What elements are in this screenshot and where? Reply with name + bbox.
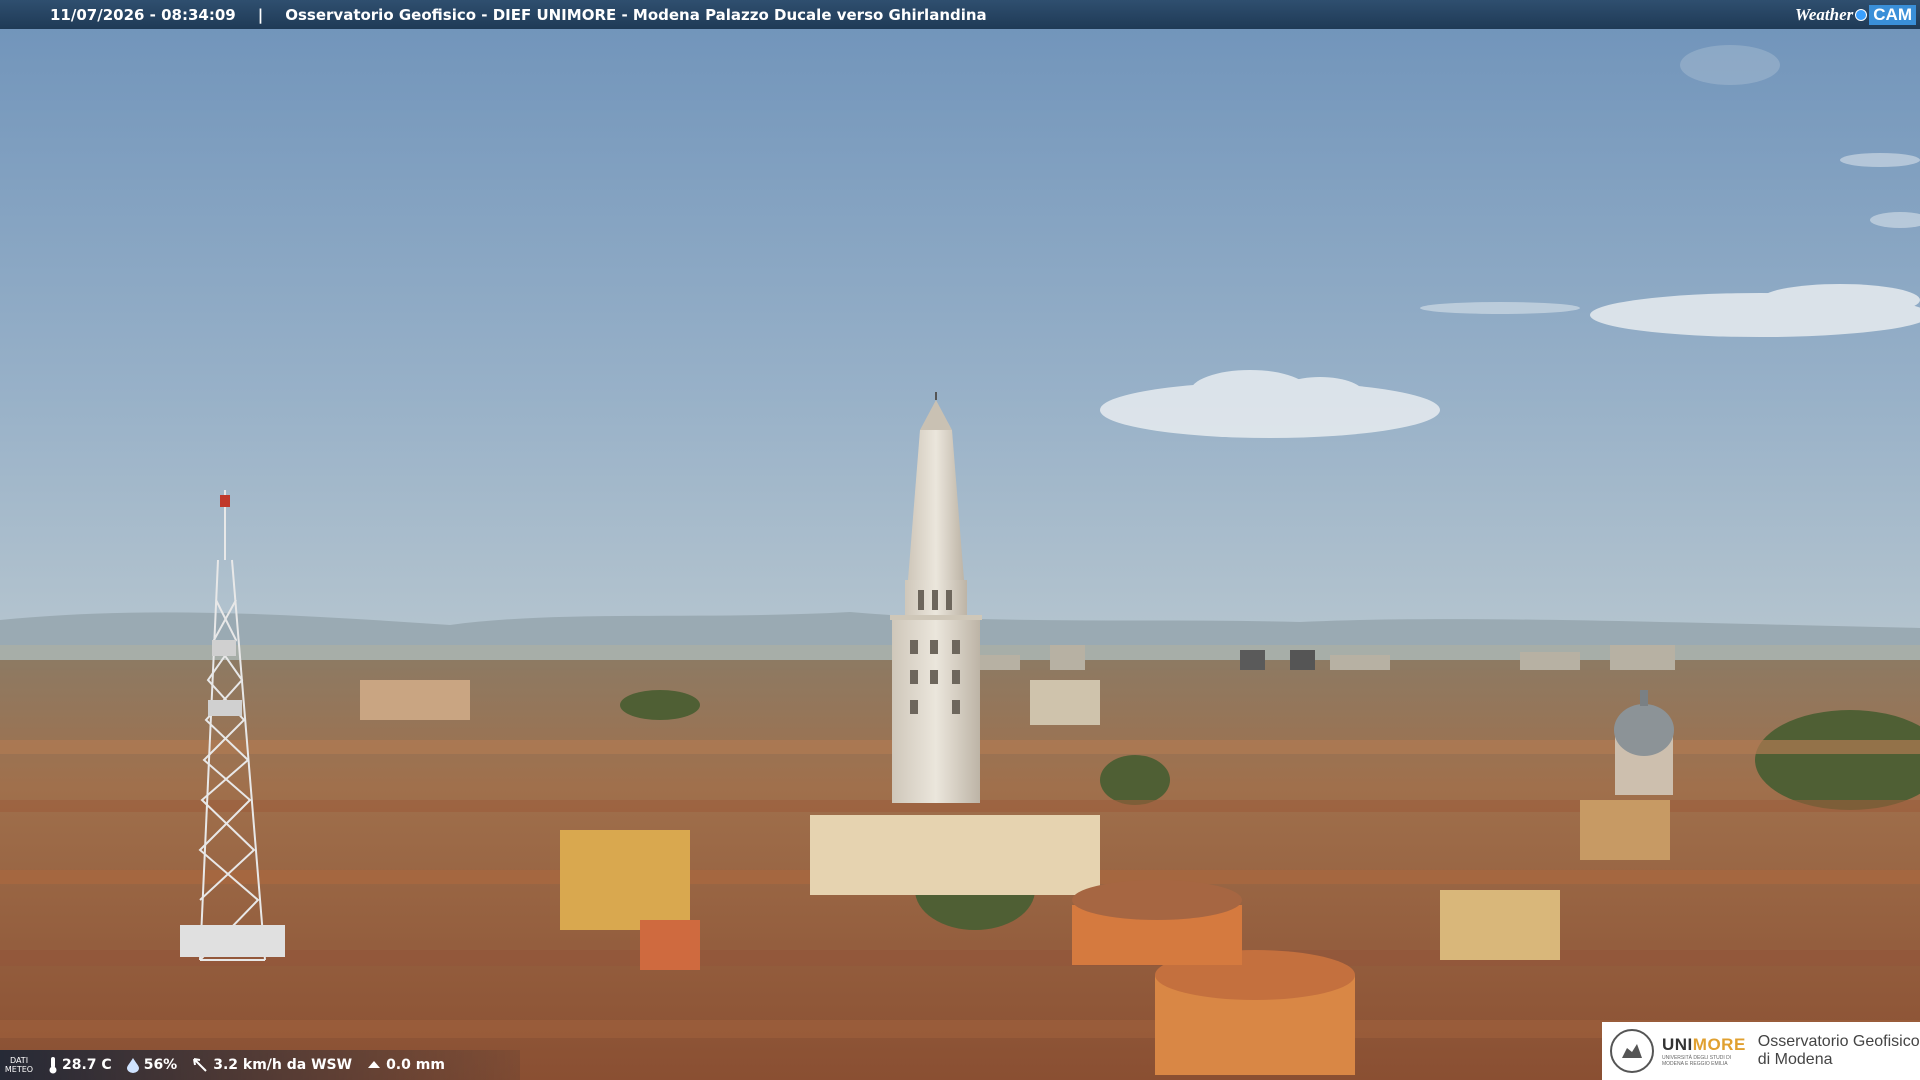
weathercam-logo-weather: Weather — [1795, 4, 1854, 24]
meteo-temperature: 28.7 C — [48, 1056, 112, 1074]
humidity-drop-icon — [126, 1058, 139, 1073]
header-separator: | — [257, 5, 264, 24]
meteo-humidity: 56% — [126, 1057, 178, 1073]
university-sub-line2: MODENA E REGGIO EMILIA — [1662, 1061, 1728, 1067]
meteo-bar: DATI METEO 28.7 C 56% 3.2 km/h da WSW 0.… — [0, 1050, 520, 1080]
unimore-logo: UNIMORE UNIVERSITÀ DEGLI STUDI DI MODENA… — [1602, 1022, 1920, 1080]
meteo-label-line1: DATI — [9, 1056, 29, 1065]
webcam-scene — [0, 0, 1920, 1080]
round-building — [1072, 880, 1242, 965]
observatory-line1: Osservatorio Geofisico — [1757, 1033, 1920, 1050]
weathercam-logo: Weather CAM — [1795, 3, 1916, 26]
weathercam-logo-cam: CAM — [1869, 4, 1916, 25]
university-name: UNIMORE — [1662, 1035, 1746, 1055]
weathercam-dot-icon — [1855, 8, 1868, 21]
wind-icon — [193, 1058, 207, 1072]
wind-value: 3.2 km/h da WSW — [213, 1057, 353, 1073]
temperature-value: 28.7 C — [62, 1057, 112, 1073]
meteo-label-line2: METEO — [4, 1065, 34, 1074]
university-name-more: MORE — [1692, 1035, 1746, 1054]
rain-value: 0.0 mm — [386, 1057, 445, 1073]
meteo-rain: 0.0 mm — [366, 1057, 445, 1073]
university-name-uni: UNI — [1662, 1035, 1693, 1054]
meteo-label: DATI METEO — [4, 1056, 34, 1074]
header-datetime: 11/07/2026 - 08:34:09 — [50, 5, 236, 24]
university-name-block: UNIMORE UNIVERSITÀ DEGLI STUDI DI MODENA… — [1662, 1035, 1746, 1067]
header-bar: 11/07/2026 - 08:34:09 | Osservatorio Geo… — [0, 0, 1920, 29]
rain-icon — [368, 1061, 381, 1068]
university-seal-icon — [1610, 1029, 1654, 1073]
header-location: Osservatorio Geofisico - DIEF UNIMORE - … — [285, 5, 987, 24]
humidity-value: 56% — [143, 1057, 178, 1073]
observatory-line2: di Modena — [1757, 1051, 1833, 1068]
thermometer-icon — [49, 1057, 57, 1074]
observatory-name: Osservatorio Geofisico di Modena — [1758, 1033, 1920, 1069]
meteo-wind: 3.2 km/h da WSW — [191, 1056, 352, 1074]
